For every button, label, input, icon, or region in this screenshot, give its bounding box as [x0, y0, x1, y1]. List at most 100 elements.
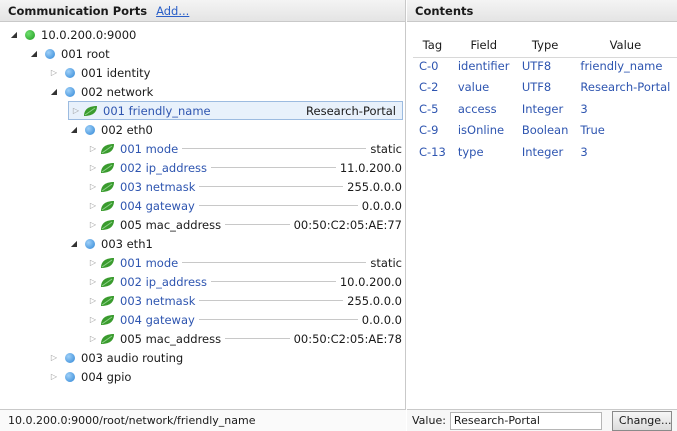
collapsed-arrow-icon[interactable]: ▷	[49, 68, 59, 77]
contents-pane: Contents Tag Field Type Value C-0 identi…	[407, 0, 677, 431]
cell-value: friendly_name	[580, 58, 663, 73]
tree-row-param[interactable]: ▷ 003 netmask 255.0.0.0	[88, 291, 402, 310]
contents-table: Tag Field Type Value C-0 identifier UTF8…	[413, 34, 676, 163]
green-leaf-icon	[101, 257, 114, 268]
node-label: network	[106, 84, 154, 99]
expanded-arrow-icon[interactable]: ◢	[29, 49, 39, 58]
param-index: 003	[120, 293, 142, 308]
table-row[interactable]: C-2 value UTF8 Research-Portal	[413, 77, 676, 99]
param-index: 002	[120, 160, 142, 175]
table-row[interactable]: C-9 isOnline Boolean True	[413, 120, 676, 142]
collapsed-arrow-icon: ▷	[89, 334, 97, 343]
tree-row-param[interactable]: ▷ 001 mode static	[88, 139, 402, 158]
add-port-link[interactable]: Add...	[156, 4, 189, 18]
node-label: eth0	[126, 122, 153, 137]
column-header-field[interactable]: Field	[452, 34, 516, 55]
param-value: 255.0.0.0	[347, 179, 402, 194]
contents-title: Contents	[415, 3, 474, 18]
tree-row-device[interactable]: ◢ 10.0.200.0:9000	[0, 25, 406, 44]
expanded-arrow-icon[interactable]: ◢	[9, 30, 19, 39]
column-header-type[interactable]: Type	[516, 34, 575, 55]
pane-title: Communication Ports	[8, 3, 148, 18]
path-status-bar: 10.0.200.0:9000/root/network/friendly_na…	[0, 409, 406, 431]
param-value: 255.0.0.0	[347, 293, 402, 308]
tree-view: ◢ 10.0.200.0:9000 ◢ 001 root ▷ 001 ident…	[0, 23, 406, 406]
param-value: 00:50:C2:05:AE:77	[293, 217, 402, 232]
tree-row-param[interactable]: ▷ 004 gateway 0.0.0.0	[88, 196, 402, 215]
table-header-row: Tag Field Type Value	[413, 34, 676, 55]
collapsed-arrow-icon: ▷	[89, 144, 97, 153]
node-index: 004	[81, 369, 103, 384]
param-index: 004	[120, 312, 142, 327]
node-index: 001	[81, 65, 103, 80]
node-index: 001	[61, 46, 83, 61]
column-header-tag[interactable]: Tag	[413, 34, 452, 55]
green-leaf-icon	[101, 219, 114, 230]
tree-row-param[interactable]: ▷ 003 netmask 255.0.0.0	[88, 177, 402, 196]
tree-row-eth1[interactable]: ◢ 003 eth1	[0, 234, 406, 253]
expanded-arrow-icon[interactable]: ◢	[49, 87, 59, 96]
node-label: identity	[106, 65, 151, 80]
green-leaf-icon	[101, 143, 114, 154]
tree-row-audio-routing[interactable]: ▷ 003 audio routing	[0, 348, 406, 367]
change-button[interactable]: Change...	[611, 410, 672, 431]
param-name: gateway	[145, 198, 195, 213]
green-leaf-icon	[101, 162, 114, 173]
tree-row-param[interactable]: ▷ 002 ip_address 10.0.200.0	[88, 272, 402, 291]
tree-row-param[interactable]: ▷ 002 ip_address 11.0.200.0	[88, 158, 402, 177]
value-input[interactable]	[449, 411, 602, 430]
cell-type: UTF8	[521, 58, 552, 73]
tree-row-eth0[interactable]: ◢ 002 eth0	[0, 120, 406, 139]
value-edit-bar: Value: Change...	[407, 409, 677, 431]
tree-row-identity[interactable]: ▷ 001 identity	[0, 63, 406, 82]
param-value: Research-Portal	[306, 103, 396, 118]
param-index: 005	[120, 331, 142, 346]
table-row[interactable]: C-13 type Integer 3	[413, 141, 676, 163]
tree-row-param[interactable]: ▷ 005 mac_address 00:50:C2:05:AE:77	[88, 215, 402, 234]
green-leaf-icon	[101, 200, 114, 211]
collapsed-arrow-icon: ▷	[89, 220, 97, 229]
green-leaf-icon	[101, 276, 114, 287]
param-name: ip_address	[145, 160, 208, 175]
leader-line	[211, 281, 336, 282]
cell-tag: C-2	[419, 80, 439, 95]
collapsed-arrow-icon: ▷	[89, 315, 97, 324]
collapsed-arrow-icon[interactable]: ▷	[49, 372, 59, 381]
collapsed-arrow-icon: ▷	[89, 201, 97, 210]
tree-pane-header: Communication Ports Add...	[0, 0, 405, 22]
cell-tag: C-13	[419, 144, 446, 159]
collapsed-arrow-icon: ▷	[89, 258, 97, 267]
cell-value: Research-Portal	[580, 80, 671, 95]
table-row[interactable]: C-5 access Integer 3	[413, 98, 676, 120]
tree-row-network[interactable]: ◢ 002 network	[0, 82, 406, 101]
param-index: 002	[120, 274, 142, 289]
blue-node-dot-icon	[65, 352, 75, 363]
leader-line	[211, 167, 336, 168]
cell-field: isOnline	[457, 123, 505, 138]
tree-row-friendly-name[interactable]: ▷ 001 friendly_name Research-Portal	[68, 101, 403, 120]
blue-node-dot-icon	[65, 371, 75, 382]
param-name: netmask	[145, 179, 196, 194]
tree-row-param[interactable]: ▷ 005 mac_address 00:50:C2:05:AE:78	[88, 329, 402, 348]
collapsed-arrow-icon[interactable]: ▷	[49, 353, 59, 362]
param-name: ip_address	[145, 274, 208, 289]
blue-node-dot-icon	[65, 67, 75, 78]
table-row[interactable]: C-0 identifier UTF8 friendly_name	[413, 55, 676, 77]
param-value: 0.0.0.0	[361, 312, 402, 327]
param-value: 00:50:C2:05:AE:78	[293, 331, 402, 346]
collapsed-arrow-icon: ▷	[89, 296, 97, 305]
green-leaf-icon	[101, 333, 114, 344]
column-header-value[interactable]: Value	[574, 34, 676, 55]
expanded-arrow-icon[interactable]: ◢	[69, 239, 79, 248]
tree-row-param[interactable]: ▷ 001 mode static	[88, 253, 402, 272]
green-leaf-icon	[101, 181, 114, 192]
expanded-arrow-icon[interactable]: ◢	[69, 125, 79, 134]
cell-type: Boolean	[521, 123, 569, 138]
tree-row-root[interactable]: ◢ 001 root	[0, 44, 406, 63]
tree-row-param[interactable]: ▷ 004 gateway 0.0.0.0	[88, 310, 402, 329]
param-value: 11.0.200.0	[339, 160, 402, 175]
node-label: audio routing	[106, 350, 184, 365]
tree-row-gpio[interactable]: ▷ 004 gpio	[0, 367, 406, 386]
green-leaf-icon	[84, 105, 97, 116]
selected-path: 10.0.200.0:9000/root/network/friendly_na…	[8, 414, 256, 427]
